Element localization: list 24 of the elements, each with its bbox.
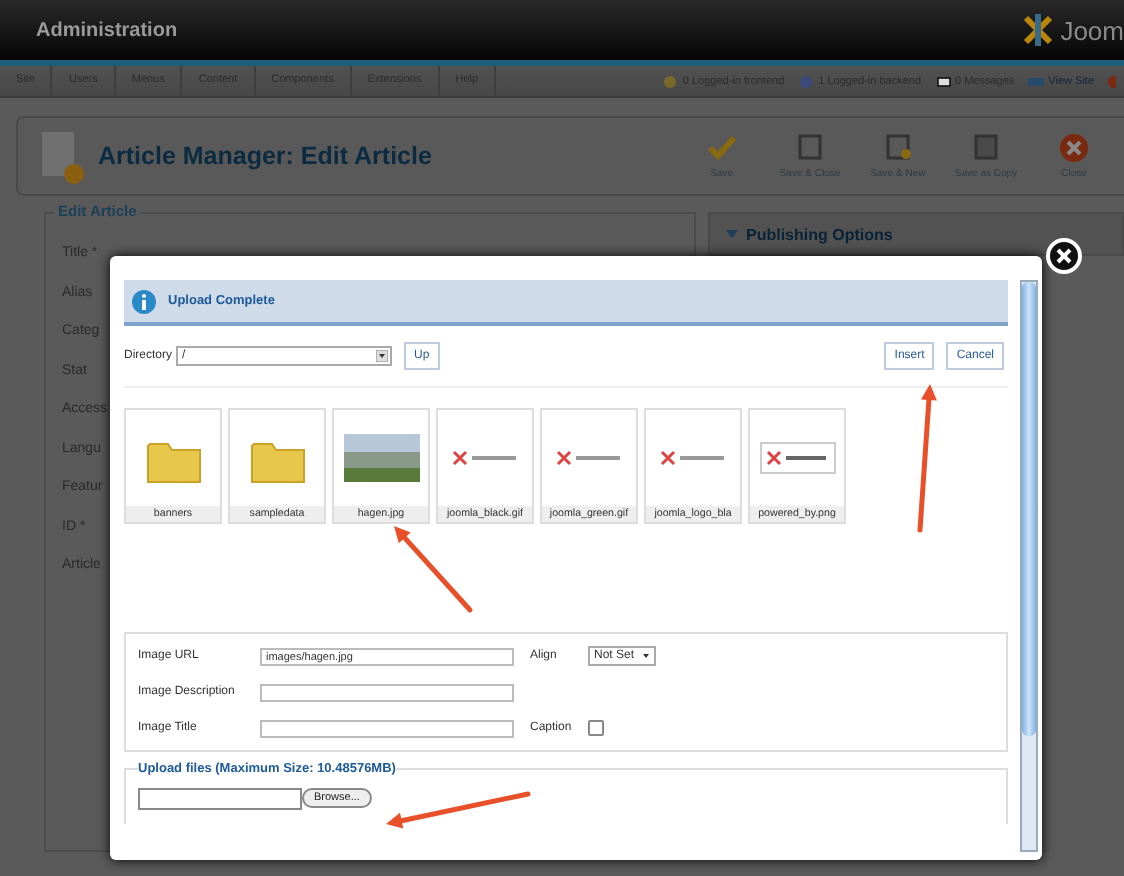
arrow-annotation	[394, 526, 473, 613]
input-field[interactable]	[260, 719, 514, 737]
info-icon	[132, 289, 156, 313]
caret-icon	[376, 350, 389, 362]
close-icon	[1058, 132, 1090, 164]
logo-thumbnail	[659, 446, 727, 470]
envelope-icon	[935, 73, 952, 89]
checkmark-icon	[706, 132, 738, 164]
photo-thumbnail	[343, 434, 419, 482]
logo-text: Joom	[1060, 15, 1124, 45]
article-icon	[38, 128, 86, 184]
caption-checkbox[interactable]	[588, 720, 604, 736]
logo-thumbnail	[555, 446, 623, 470]
logo-icon	[1020, 12, 1057, 48]
caret-icon	[726, 228, 738, 240]
badge-thumbnail	[759, 442, 835, 474]
caret-icon	[640, 650, 653, 662]
input-field[interactable]	[260, 683, 514, 701]
scrollbar[interactable]	[1020, 280, 1038, 852]
logo-thumbnail	[451, 446, 519, 470]
file-input[interactable]	[138, 787, 302, 809]
close-icon[interactable]	[1046, 238, 1082, 274]
admin-title: Administration	[36, 19, 178, 41]
page-title: Article Manager: Edit Article	[98, 142, 432, 170]
